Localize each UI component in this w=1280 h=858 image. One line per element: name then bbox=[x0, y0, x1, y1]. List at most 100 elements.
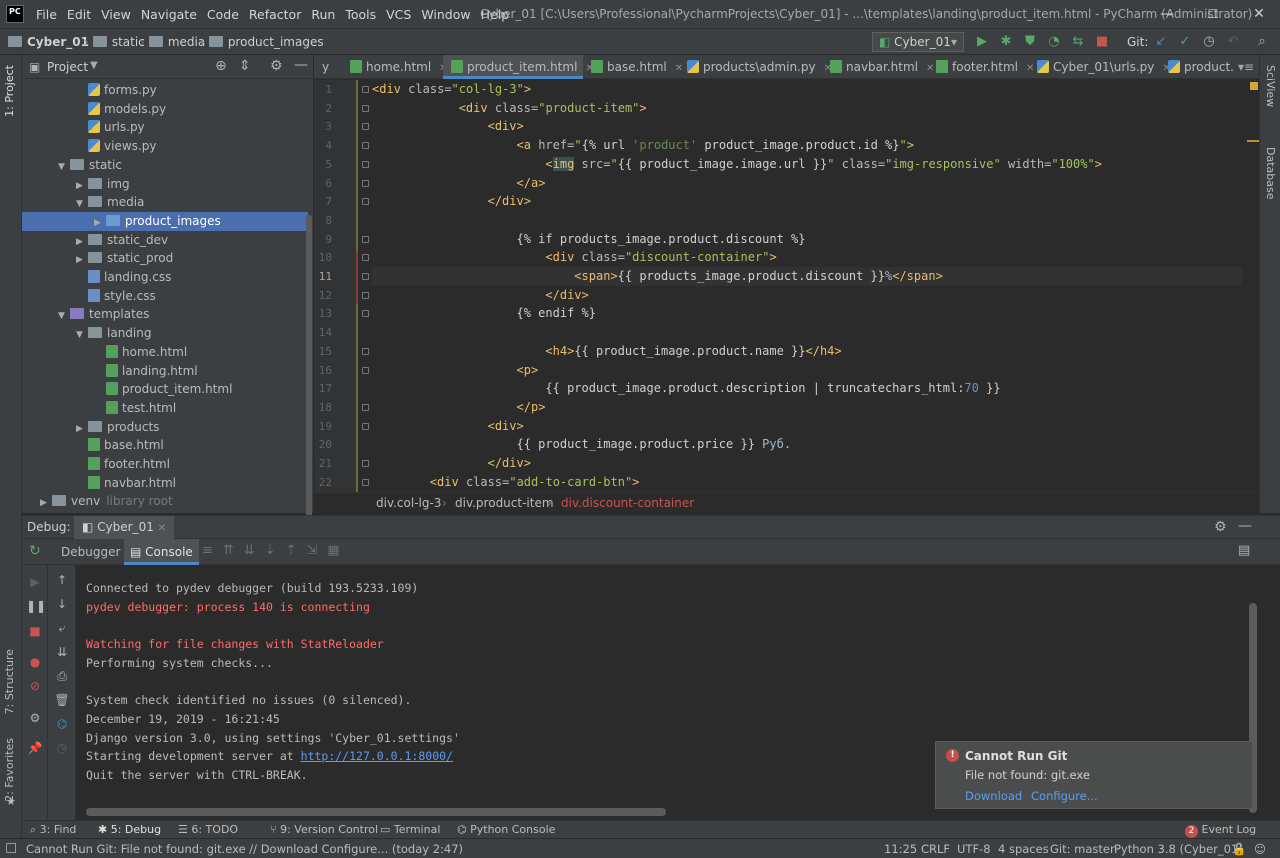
collapsed-arrow-icon[interactable]: ▶ bbox=[40, 494, 52, 513]
close-window-button[interactable]: ✕ bbox=[1244, 4, 1274, 24]
run-configuration-select[interactable]: ◧ Cyber_01 ▾ bbox=[872, 32, 964, 52]
code-editor[interactable]: <div class="col-lg-3"> <div class="produ… bbox=[372, 80, 1242, 492]
debug-button[interactable]: ✱ bbox=[998, 34, 1014, 50]
tree-item[interactable]: ▶ product_images bbox=[22, 211, 308, 231]
tree-item[interactable]: ▶ products bbox=[22, 418, 308, 437]
fold-marker-icon[interactable] bbox=[362, 123, 369, 131]
fold-marker-icon[interactable] bbox=[362, 422, 369, 430]
hide-panel-icon[interactable]: — bbox=[1238, 518, 1252, 534]
tab-product-item-html[interactable]: product_item.html ✕ bbox=[443, 55, 594, 79]
python-console-tool-tab[interactable]: ⌬ Python Console bbox=[457, 823, 555, 836]
tab-debugger[interactable]: Debugger bbox=[61, 545, 120, 559]
tab-home-html[interactable]: home.html✕ bbox=[342, 55, 448, 79]
tabs-overflow-button[interactable]: ▾≡ bbox=[1230, 55, 1254, 79]
breadcrumb-media[interactable]: › media bbox=[136, 35, 205, 49]
sciview-tool-tab[interactable]: SciView bbox=[1264, 65, 1277, 107]
tree-item[interactable]: ▼ static bbox=[22, 156, 308, 175]
terminal-tool-tab[interactable]: ▭ Terminal bbox=[380, 823, 440, 836]
print-icon[interactable]: ⎙ bbox=[53, 667, 71, 685]
view-breakpoints-icon[interactable]: ● bbox=[26, 653, 44, 671]
inspector-icon[interactable]: ☺ bbox=[1254, 842, 1266, 856]
profile-button[interactable]: ◔ bbox=[1046, 34, 1062, 50]
tab-truncated[interactable]: y bbox=[314, 55, 329, 79]
gear-icon[interactable]: ⚙ bbox=[1214, 519, 1227, 535]
layout-icon[interactable]: ▤ bbox=[1238, 543, 1250, 558]
tab-base-html[interactable]: base.html ✕ bbox=[583, 55, 683, 79]
git-branch[interactable]: Git: master bbox=[1050, 842, 1115, 856]
concurrency-button[interactable]: ⇆ bbox=[1070, 34, 1086, 50]
fold-marker-icon[interactable] bbox=[362, 104, 369, 112]
fold-marker-icon[interactable] bbox=[362, 160, 369, 168]
debug-stepping-toolbar[interactable]: ≡⇈⇊⇣⇡⇲▦ bbox=[202, 543, 350, 558]
menu-navigate[interactable]: Navigate bbox=[141, 7, 197, 22]
fold-marker-icon[interactable] bbox=[362, 310, 369, 318]
run-button[interactable]: ▶ bbox=[974, 34, 990, 50]
menu-run[interactable]: Run bbox=[311, 7, 335, 22]
tree-item[interactable]: landing.css bbox=[22, 268, 308, 287]
python-interpreter[interactable]: Python 3.8 (Cyber_01) bbox=[1114, 842, 1243, 856]
git-commit-button[interactable]: ✓ bbox=[1177, 34, 1193, 50]
tree-item[interactable]: product_item.html bbox=[22, 380, 308, 399]
notification-configure-link[interactable]: Configure... bbox=[1031, 789, 1098, 803]
mute-breakpoints-icon[interactable]: ⊘ bbox=[26, 677, 44, 695]
lock-icon[interactable]: 🔓 bbox=[1232, 842, 1246, 856]
git-history-button[interactable]: ◷ bbox=[1201, 34, 1217, 50]
tree-item[interactable]: models.py bbox=[22, 100, 308, 119]
tree-item[interactable]: urls.py bbox=[22, 118, 308, 137]
version-control-tool-tab[interactable]: ⑂ 9: Version Control bbox=[270, 823, 378, 836]
coverage-button[interactable]: ⛊ bbox=[1022, 34, 1038, 50]
pin-icon[interactable]: 📌 bbox=[26, 739, 44, 757]
editor-scrollbar[interactable] bbox=[1247, 80, 1259, 492]
line-separator[interactable]: CRLF bbox=[921, 842, 950, 856]
minimize-button[interactable]: — bbox=[1152, 4, 1182, 24]
soft-wrap-icon[interactable]: ⤶ bbox=[53, 619, 71, 637]
debug-session-tab[interactable]: ◧ Cyber_01 ✕ bbox=[74, 516, 175, 539]
scroll-to-end-icon[interactable]: ⇊ bbox=[53, 643, 71, 661]
fold-marker-icon[interactable] bbox=[362, 366, 369, 374]
fold-marker-icon[interactable] bbox=[362, 460, 369, 467]
tree-item[interactable]: ▼ landing bbox=[22, 324, 308, 343]
rerun-icon[interactable]: ↻ bbox=[29, 543, 41, 559]
menu-vcs[interactable]: VCS bbox=[386, 7, 411, 22]
menu-window[interactable]: Window bbox=[421, 7, 470, 22]
tree-item[interactable]: landing.html bbox=[22, 362, 308, 381]
favorites-tool-tab[interactable]: 2: Favorites bbox=[3, 738, 16, 802]
tree-item[interactable]: ▼ media bbox=[22, 193, 308, 212]
tree-item[interactable]: footer.html bbox=[22, 455, 308, 474]
gear-icon[interactable]: ⚙ bbox=[26, 709, 44, 727]
breadcrumb-project[interactable]: Cyber_01 bbox=[8, 35, 89, 49]
menu-file[interactable]: File bbox=[36, 7, 57, 22]
git-rollback-button[interactable]: ↶ bbox=[1225, 34, 1241, 50]
tree-item[interactable]: forms.py bbox=[22, 81, 308, 100]
breadcrumb-div-col[interactable]: div.col-lg-3 bbox=[376, 496, 441, 510]
tree-item[interactable]: ▶ venv library root bbox=[22, 492, 308, 511]
debug-tool-tab[interactable]: ✱ 5: Debug bbox=[98, 823, 161, 836]
tree-item[interactable]: ▶ img bbox=[22, 175, 308, 194]
close-icon[interactable]: ✕ bbox=[158, 523, 166, 534]
breadcrumb-product-images[interactable]: › product_images bbox=[196, 35, 324, 49]
fold-marker-icon[interactable] bbox=[362, 142, 369, 150]
tree-item[interactable]: home.html bbox=[22, 343, 308, 362]
search-everywhere-icon[interactable]: ⌕ bbox=[1254, 34, 1270, 50]
console-horizontal-scrollbar[interactable] bbox=[86, 808, 666, 816]
menu-view[interactable]: View bbox=[101, 7, 131, 22]
toggle-tool-windows-icon[interactable] bbox=[6, 843, 16, 853]
breadcrumb-div-discount-container[interactable]: div.discount-container bbox=[561, 496, 694, 510]
locate-file-icon[interactable]: ⊕ bbox=[215, 58, 227, 74]
fold-marker-icon[interactable] bbox=[362, 273, 369, 280]
structure-tool-tab[interactable]: 7: Structure bbox=[3, 649, 16, 714]
fold-marker-icon[interactable] bbox=[362, 198, 369, 206]
event-log-tool-tab[interactable]: 2 Event Log bbox=[1185, 823, 1256, 838]
project-tool-tab[interactable]: 1: Project bbox=[3, 65, 16, 117]
file-encoding[interactable]: UTF-8 bbox=[957, 842, 991, 856]
database-tool-tab[interactable]: Database bbox=[1264, 147, 1277, 200]
hide-panel-icon[interactable]: — bbox=[294, 57, 308, 73]
maximize-button[interactable]: ☐ bbox=[1198, 4, 1228, 24]
project-scrollbar[interactable] bbox=[306, 215, 312, 525]
server-url-link[interactable]: http://127.0.0.1:8000/ bbox=[301, 749, 453, 763]
fold-marker-icon[interactable] bbox=[362, 254, 369, 262]
trash-icon[interactable]: 🗑 bbox=[53, 691, 71, 709]
tree-item[interactable]: ▼ templates bbox=[22, 305, 308, 324]
inspection-status-icon[interactable] bbox=[1250, 82, 1258, 90]
tree-item[interactable]: ▶ static_prod bbox=[22, 249, 308, 268]
